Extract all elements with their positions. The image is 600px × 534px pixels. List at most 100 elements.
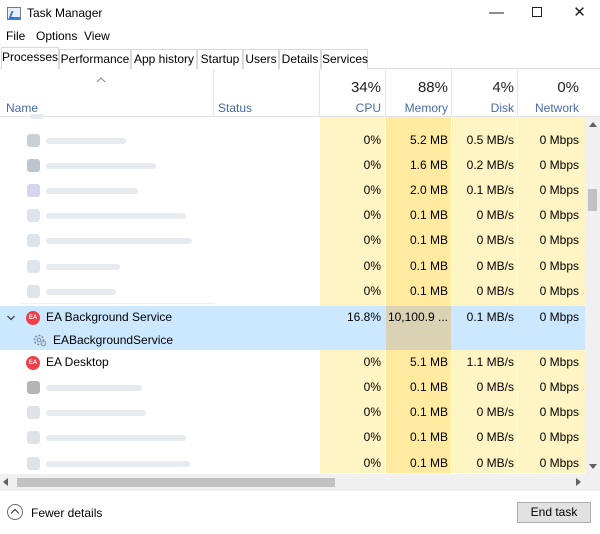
menu-bar: File Options View <box>0 28 600 46</box>
network-value: 0 Mbps <box>539 133 579 147</box>
blurred-process-icon <box>27 381 40 394</box>
tab-users[interactable]: Users <box>243 49 279 69</box>
process-row[interactable]: 0% 5.2 MB 0.5 MB/s 0 Mbps <box>0 128 585 153</box>
scroll-left-icon[interactable] <box>3 478 8 486</box>
column-name-header[interactable]: Name <box>6 101 38 115</box>
cpu-value: 0% <box>363 183 381 197</box>
blurred-process-name <box>46 289 116 295</box>
process-row[interactable]: 0% 0.1 MB 0 MB/s 0 Mbps <box>0 451 585 476</box>
disk-value: 0.2 MB/s <box>466 158 514 172</box>
scroll-up-icon[interactable] <box>589 122 597 127</box>
cpu-value: 0% <box>363 355 381 369</box>
maximize-button[interactable] <box>514 0 559 28</box>
network-value: 0 Mbps <box>539 233 579 247</box>
tab-details[interactable]: Details <box>279 49 321 69</box>
tab-app-history[interactable]: App history <box>131 49 197 69</box>
menu-options[interactable]: Options <box>36 29 77 43</box>
column-disk-header[interactable]: Disk <box>452 101 514 115</box>
process-name: EA Desktop <box>46 355 109 369</box>
memory-value: 0.1 MB <box>409 380 448 394</box>
cpu-total-percent[interactable]: 34% <box>320 79 381 96</box>
cpu-value: 0% <box>363 284 381 298</box>
column-network-header[interactable]: Network <box>518 101 579 115</box>
menu-file[interactable]: File <box>6 29 25 43</box>
blurred-process-name <box>46 385 142 391</box>
cpu-value: 0% <box>363 259 381 273</box>
blurred-process-name <box>46 410 146 416</box>
service-row-eabackgroundservice[interactable]: EABackgroundService <box>0 328 585 350</box>
column-cpu-header[interactable]: CPU <box>320 101 381 115</box>
footer-bar: Fewer details End task <box>0 491 600 534</box>
gear-icon <box>33 334 47 347</box>
network-value: 0 Mbps <box>539 380 579 394</box>
blurred-process-icon <box>27 457 40 470</box>
horizontal-scrollbar[interactable] <box>0 474 585 491</box>
process-row-ea-background-service[interactable]: EA EA Background Service 16.8% 10,100.9 … <box>0 305 585 330</box>
close-button[interactable]: ✕ <box>557 0 600 28</box>
tab-services[interactable]: Services <box>321 49 368 69</box>
end-task-button[interactable]: End task <box>517 502 591 523</box>
disk-total-percent[interactable]: 4% <box>452 79 514 96</box>
cpu-value: 0% <box>363 133 381 147</box>
process-row[interactable]: 0% 0.1 MB 0 MB/s 0 Mbps <box>0 254 585 279</box>
scroll-down-icon[interactable] <box>589 464 597 469</box>
task-manager-app-icon <box>7 7 21 20</box>
memory-value: 10,100.9 ... <box>387 310 448 324</box>
disk-value: 0 MB/s <box>476 456 514 470</box>
blurred-process-icon <box>27 209 40 222</box>
network-value: 0 Mbps <box>539 310 579 324</box>
cpu-value: 0% <box>363 405 381 419</box>
memory-value: 2.0 MB <box>409 183 448 197</box>
network-value: 0 Mbps <box>539 430 579 444</box>
tab-startup[interactable]: Startup <box>197 49 243 69</box>
process-row[interactable]: 0% 0.1 MB 0 MB/s 0 Mbps <box>0 279 585 304</box>
fewer-details-link[interactable]: Fewer details <box>31 506 102 520</box>
tab-processes[interactable]: Processes <box>1 47 59 69</box>
memory-value: 5.1 MB <box>409 355 448 369</box>
network-value: 0 Mbps <box>539 284 579 298</box>
process-row-ea-desktop[interactable]: EA EA Desktop 0% 5.1 MB 1.1 MB/s 0 Mbps <box>0 350 585 375</box>
column-status-header[interactable]: Status <box>218 101 252 115</box>
disk-value: 0.5 MB/s <box>466 133 514 147</box>
memory-total-percent[interactable]: 88% <box>386 79 448 96</box>
column-memory-header[interactable]: Memory <box>386 101 448 115</box>
minimize-button[interactable]: — <box>474 0 519 28</box>
process-name: EA Background Service <box>46 310 173 324</box>
horizontal-scroll-thumb[interactable] <box>17 478 335 487</box>
memory-value: 0.1 MB <box>409 430 448 444</box>
vertical-scrollbar[interactable] <box>585 117 600 474</box>
blurred-process-icon <box>27 134 40 147</box>
close-icon: ✕ <box>573 4 586 21</box>
network-value: 0 Mbps <box>539 158 579 172</box>
maximize-icon <box>531 6 542 17</box>
memory-value: 0.1 MB <box>409 284 448 298</box>
process-row[interactable]: 0% 1.6 MB 0.2 MB/s 0 Mbps <box>0 153 585 178</box>
chevron-up-circle-icon[interactable] <box>7 504 23 520</box>
ea-app-icon: EA <box>26 311 40 325</box>
sort-ascending-icon[interactable] <box>96 77 106 83</box>
disk-value: 0 MB/s <box>476 284 514 298</box>
memory-value: 0.1 MB <box>409 456 448 470</box>
blurred-process-name <box>46 138 126 144</box>
process-row[interactable]: 0% 0.1 MB 0 MB/s 0 Mbps <box>0 425 585 450</box>
process-row[interactable]: 0% 0.1 MB 0 MB/s 0 Mbps <box>0 375 585 400</box>
menu-view[interactable]: View <box>84 29 110 43</box>
cpu-value: 0% <box>363 208 381 222</box>
blurred-process-name <box>30 114 44 119</box>
memory-value: 1.6 MB <box>409 158 448 172</box>
scrollbar-corner <box>585 474 600 491</box>
cpu-value: 0% <box>363 380 381 394</box>
process-row[interactable]: 0% 2.0 MB 0.1 MB/s 0 Mbps <box>0 178 585 203</box>
blurred-process-name <box>46 238 192 244</box>
process-row[interactable]: 0% 0.1 MB 0 MB/s 0 Mbps <box>0 203 585 228</box>
memory-value: 0.1 MB <box>409 233 448 247</box>
network-total-percent[interactable]: 0% <box>518 79 579 96</box>
cpu-value: 0% <box>363 430 381 444</box>
process-row[interactable]: 0% 0.1 MB 0 MB/s 0 Mbps <box>0 228 585 253</box>
disk-value: 0 MB/s <box>476 380 514 394</box>
vertical-scroll-thumb[interactable] <box>588 189 597 211</box>
process-row[interactable]: 0% 0.1 MB 0 MB/s 0 Mbps <box>0 400 585 425</box>
tab-performance[interactable]: Performance <box>59 49 131 69</box>
scroll-right-icon[interactable] <box>576 478 581 486</box>
chevron-down-icon[interactable] <box>7 314 15 322</box>
